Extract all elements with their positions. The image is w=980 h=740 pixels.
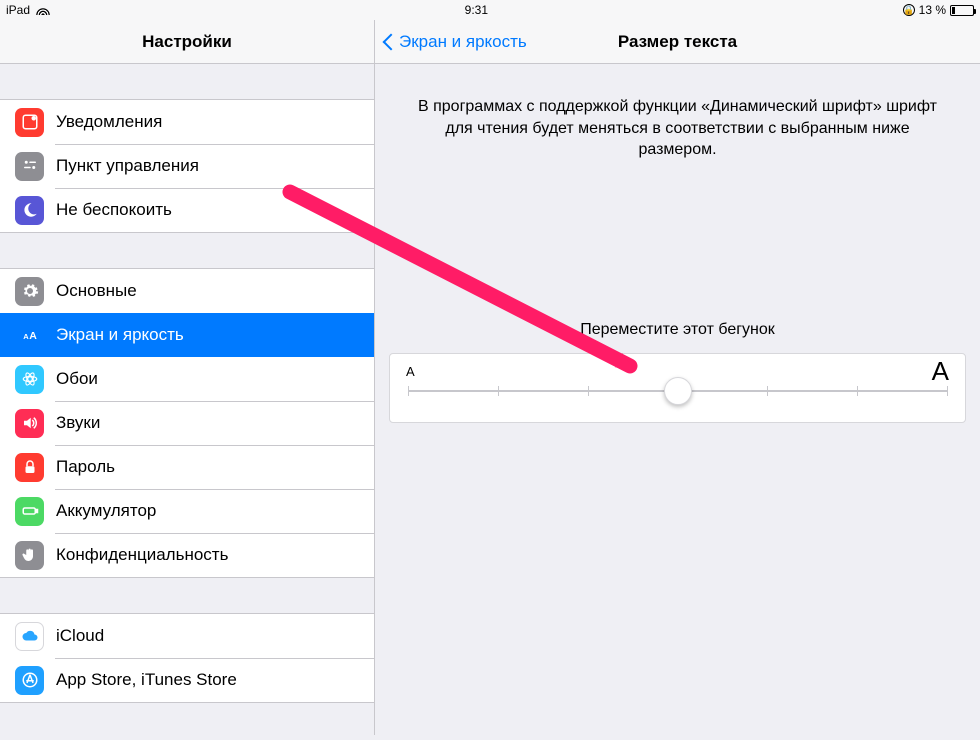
status-bar: iPad 9:31 🔒 13 %: [0, 0, 980, 20]
sidebar-item-display[interactable]: AA Экран и яркость: [0, 313, 374, 357]
back-button[interactable]: Экран и яркость: [383, 20, 527, 64]
svg-text:A: A: [29, 330, 37, 342]
sidebar-item-label: Не беспокоить: [56, 200, 172, 220]
slider-min-label: A: [406, 364, 415, 379]
hand-icon: [15, 541, 44, 570]
battery-icon: [950, 5, 974, 16]
sidebar-item-privacy[interactable]: Конфиденциальность: [0, 533, 374, 577]
sidebar-item-label: Аккумулятор: [56, 501, 156, 521]
appstore-icon: [15, 666, 44, 695]
moon-icon: [15, 196, 44, 225]
lock-icon: [15, 453, 44, 482]
sidebar-item-label: iCloud: [56, 626, 104, 646]
sidebar-item-label: Конфиденциальность: [56, 545, 228, 565]
sidebar-item-label: Звуки: [56, 413, 100, 433]
sidebar-item-do-not-disturb[interactable]: Не беспокоить: [0, 188, 374, 232]
status-battery-text: 13 %: [919, 3, 946, 17]
slider-instruction: Переместите этот бегунок: [375, 321, 980, 339]
status-device-label: iPad: [6, 3, 30, 17]
detail-title: Размер текста: [618, 32, 737, 52]
sidebar-item-label: Экран и яркость: [56, 325, 184, 345]
sidebar-item-label: Пароль: [56, 457, 115, 477]
sidebar-item-passcode[interactable]: Пароль: [0, 445, 374, 489]
text-size-description: В программах с поддержкой функции «Динам…: [375, 64, 980, 161]
sidebar-item-sounds[interactable]: Звуки: [0, 401, 374, 445]
wallpaper-icon: [15, 365, 44, 394]
svg-text:A: A: [23, 332, 29, 341]
sidebar-title: Настройки: [142, 32, 232, 52]
sidebar-item-icloud[interactable]: iCloud: [0, 614, 374, 658]
sidebar-item-wallpaper[interactable]: Обои: [0, 357, 374, 401]
detail-nav: Экран и яркость Размер текста: [375, 20, 980, 64]
sidebar-item-battery[interactable]: Аккумулятор: [0, 489, 374, 533]
battery-icon: [15, 497, 44, 526]
sidebar-nav: Настройки: [0, 20, 375, 64]
control-center-icon: [15, 152, 44, 181]
wifi-icon: [36, 5, 50, 15]
sidebar-item-notifications[interactable]: Уведомления: [0, 100, 374, 144]
sidebar-item-label: App Store, iTunes Store: [56, 670, 237, 690]
sidebar-item-label: Основные: [56, 281, 137, 301]
sidebar-item-control-center[interactable]: Пункт управления: [0, 144, 374, 188]
sidebar-item-label: Пункт управления: [56, 156, 199, 176]
back-label: Экран и яркость: [399, 32, 527, 52]
navigation-bar: Настройки Экран и яркость Размер текста: [0, 20, 980, 64]
settings-sidebar[interactable]: Уведомления Пункт управления Не беспокоить…: [0, 64, 375, 735]
gear-icon: [15, 277, 44, 306]
sidebar-item-label: Уведомления: [56, 112, 162, 132]
text-aa-icon: AA: [15, 321, 44, 350]
detail-pane: В программах с поддержкой функции «Динам…: [375, 64, 980, 735]
slider-knob[interactable]: [664, 377, 692, 405]
sidebar-item-label: Обои: [56, 369, 98, 389]
status-time: 9:31: [465, 3, 488, 17]
chevron-left-icon: [383, 32, 395, 52]
notifications-icon: [15, 108, 44, 137]
sidebar-item-appstore[interactable]: App Store, iTunes Store: [0, 658, 374, 702]
sidebar-item-general[interactable]: Основные: [0, 269, 374, 313]
cloud-icon: [15, 622, 44, 651]
text-size-slider-card: A A: [389, 353, 966, 423]
speaker-icon: [15, 409, 44, 438]
orientation-lock-icon: 🔒: [903, 4, 915, 16]
slider-max-label: A: [932, 356, 949, 387]
